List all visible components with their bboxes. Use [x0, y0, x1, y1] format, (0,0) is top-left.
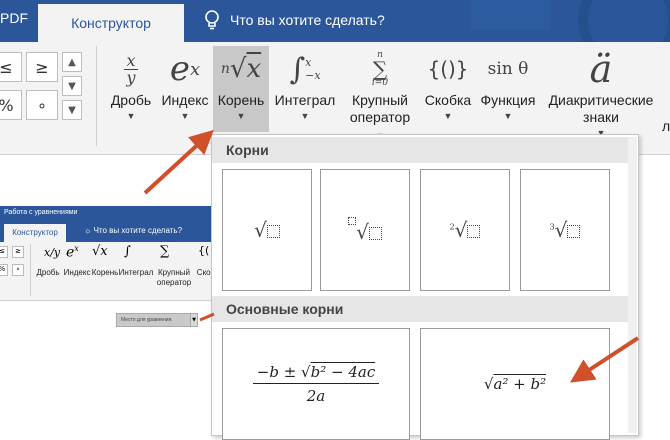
bracket-icon: {()} — [427, 57, 469, 81]
radical-icon: n √ x — [220, 54, 262, 84]
script-button[interactable]: ex Индекс ▼ — [158, 46, 212, 121]
fraction-icon: x/y — [44, 246, 61, 259]
partial-ribbon-label: л — [662, 118, 670, 134]
nth-root-symbol: √ — [348, 216, 382, 244]
ribbon-tab-bar: PDF Конструктор Что вы хотите сделать? — [0, 0, 670, 70]
radical-template-square-indexed[interactable]: 2√ — [420, 169, 510, 291]
tell-me-box[interactable]: Что вы хотите сделать? — [204, 10, 385, 30]
embedded-symbol: ≤ — [0, 246, 8, 258]
embedded-title-bar: Работа с уравнениями — [0, 206, 220, 220]
lightbulb-icon — [205, 10, 219, 30]
large-operator-icon: n ∑ i=0 — [371, 50, 389, 88]
gallery-more-button[interactable]: ▼ — [62, 100, 82, 120]
function-icon: sin θ — [487, 59, 529, 79]
chevron-down-icon: ▼ — [443, 111, 453, 121]
script-icon: ex — [169, 49, 201, 89]
section-header-roots: Корни — [212, 137, 630, 163]
symbol-degree[interactable]: ∘ — [26, 90, 58, 120]
symbol-le[interactable]: ≤ — [0, 52, 22, 82]
square-root-2-symbol: 2√ — [450, 218, 481, 242]
chevron-down-icon: ▼ — [180, 111, 190, 121]
embedded-label: Корень — [91, 268, 119, 277]
cube-root-symbol: 3√ — [550, 218, 581, 242]
separator — [30, 244, 31, 296]
tab-pdf-partial[interactable]: PDF — [0, 10, 28, 26]
embedded-symbol: ≥ — [12, 246, 24, 258]
tab-constructor-label: Конструктор — [71, 15, 151, 31]
embedded-label: Интеграл — [118, 268, 154, 277]
chevron-down-icon: ▼ — [300, 111, 310, 121]
chevron-up-icon: ▲ — [68, 56, 76, 68]
section-header-common-roots: Основные корни — [212, 296, 630, 322]
large-operator-button[interactable]: n∑i=0 Крупный оператор ▼ — [344, 46, 416, 145]
symbol-ge[interactable]: ≥ — [26, 52, 58, 82]
tell-me-text: Что вы хотите сделать? — [230, 12, 385, 28]
chevron-down-icon: ▼ — [68, 80, 76, 92]
chevron-down-icon: ▼ — [190, 313, 198, 327]
chevron-down-icon: ▼ — [236, 111, 246, 121]
quadratic-formula-template[interactable]: −b ± √b² − 4ac 2a — [222, 328, 410, 440]
fraction-icon: xy — [124, 46, 138, 92]
embedded-label: Дробь — [36, 268, 60, 277]
radical-template-degree[interactable]: √ — [320, 169, 410, 291]
integral-button[interactable]: ∫ x −x Интеграл ▼ — [272, 46, 338, 122]
chevron-down-icon: ▼ — [503, 111, 513, 121]
dropdown-scrollbar[interactable] — [628, 137, 637, 433]
lightbulb-icon: ☼ — [84, 226, 92, 235]
pythagoras-expression: √a² + b² — [483, 375, 547, 393]
quadratic-numerator: −b ± √b² − 4ac — [252, 363, 380, 384]
square-root-symbol: √ — [254, 218, 280, 242]
embedded-ribbon: ≤ ≥ % ∘ x/y ex √x ∫ ∑ {( Дробь Индекс Ко… — [0, 242, 216, 301]
function-button[interactable]: sin θ Функция ▼ — [476, 46, 540, 121]
chevron-down-icon: ▼ — [126, 111, 136, 121]
embedded-label: Крупный — [158, 268, 190, 277]
embedded-tell-me: ☼ Что вы хотите сделать? — [84, 226, 183, 235]
embedded-tab-bar: Конструктор ☼ Что вы хотите сделать? — [0, 220, 216, 242]
gallery-up-button[interactable]: ▲ — [62, 52, 82, 72]
radical-dropdown: Корни √ √ 2√ 3√ Основные корни −b ± √b² … — [211, 134, 639, 440]
large-operator-label2: оператор — [349, 109, 411, 125]
accent-button[interactable]: ä Диакритические знаки ▼ — [542, 46, 660, 138]
embedded-symbol: % — [0, 264, 8, 276]
radical-template-square[interactable]: √ — [222, 169, 312, 291]
more-icon: ▼ — [68, 104, 76, 116]
radical-icon: √x — [92, 244, 108, 259]
large-operator-icon: ∑ — [160, 244, 170, 259]
embedded-equation-placeholder: Место для уравнения. — [116, 313, 194, 327]
tab-constructor[interactable]: Конструктор — [38, 4, 184, 42]
accent-icon: ä — [589, 47, 613, 91]
symbol-percent[interactable]: % — [0, 90, 22, 120]
script-icon: ex — [66, 244, 79, 261]
bracket-button[interactable]: {()} Скобка ▼ — [422, 46, 474, 121]
integral-icon: ∫ — [124, 244, 131, 259]
gallery-down-button[interactable]: ▼ — [62, 76, 82, 96]
radical-button[interactable]: n √ x Корень ▼ — [213, 46, 269, 132]
fraction-button[interactable]: xy Дробь ▼ — [106, 46, 156, 121]
embedded-symbol: ∘ — [12, 264, 24, 276]
radical-template-cube[interactable]: 3√ — [520, 169, 610, 291]
quadratic-denominator: 2a — [306, 387, 326, 405]
pythagoras-template[interactable]: √a² + b² — [420, 328, 610, 440]
embedded-label: оператор — [156, 278, 192, 287]
embedded-tab-constructor: Конструктор — [4, 224, 66, 242]
decorative-shape — [470, 0, 550, 30]
integral-icon: ∫ x −x — [289, 51, 321, 87]
separator — [96, 46, 97, 146]
bracket-icon: {( — [198, 244, 210, 257]
embedded-label: Индекс — [63, 268, 91, 277]
